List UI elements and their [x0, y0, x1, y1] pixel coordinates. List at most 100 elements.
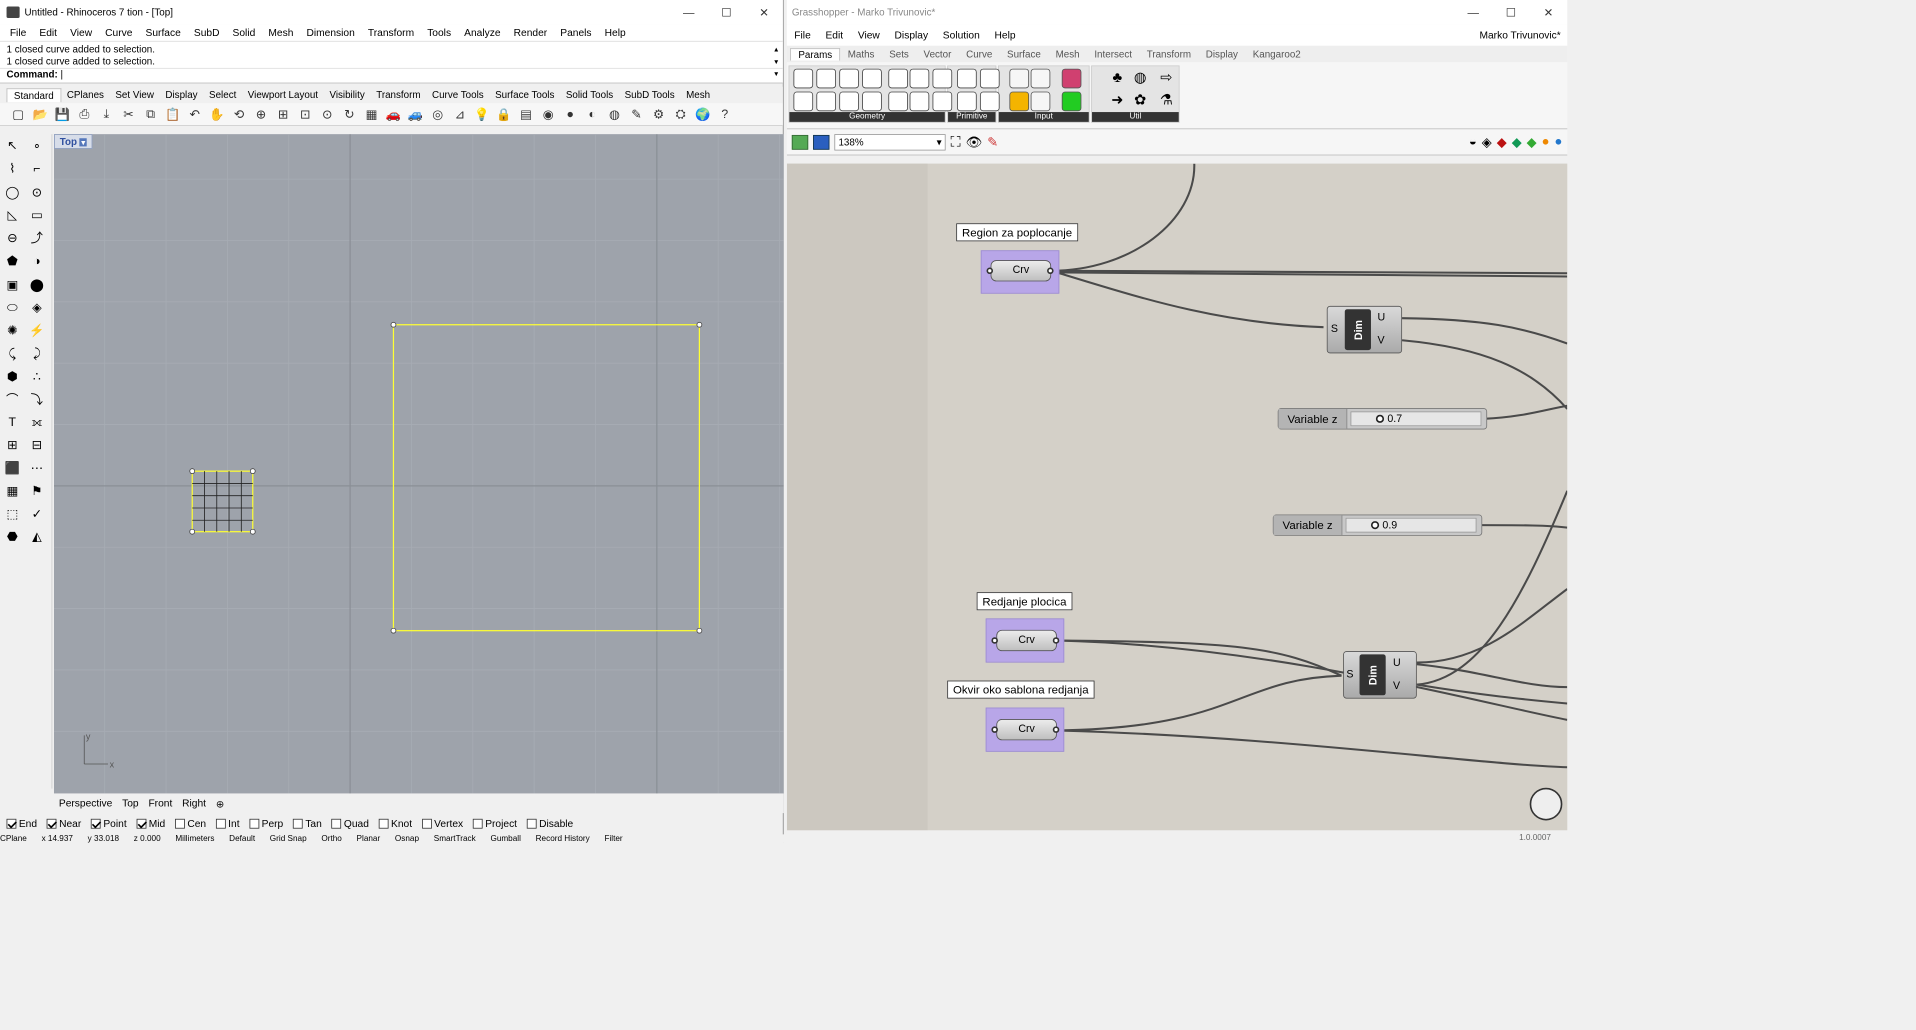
gh-menu-solution[interactable]: Solution	[935, 29, 987, 40]
rotate-view-icon[interactable]: ↻	[339, 104, 359, 124]
left-tool-30-icon[interactable]: ⋯	[26, 457, 47, 478]
left-tool-4-icon[interactable]: ⌐	[26, 158, 47, 179]
viewport-canvas[interactable]: y x	[53, 134, 784, 794]
gh-param-16-icon[interactable]	[957, 91, 977, 112]
layer-icon[interactable]: ▤	[516, 104, 536, 124]
osnap-checkbox[interactable]	[472, 818, 483, 829]
toolbar-tab-surface-tools[interactable]: Surface Tools	[489, 89, 560, 100]
sphere-icon[interactable]: ●	[560, 104, 580, 124]
open-icon[interactable]: 📂	[30, 104, 50, 124]
maximize-button[interactable]: ☐	[708, 5, 746, 19]
zoom-extents-icon[interactable]: ⊡	[295, 104, 315, 124]
minimize-button[interactable]: —	[670, 6, 708, 19]
gh-param-23-icon[interactable]	[1061, 68, 1082, 89]
zoom-icon[interactable]: ⊕	[251, 104, 271, 124]
osnap-int[interactable]: Int	[215, 818, 240, 829]
left-tool-18-icon[interactable]: ⚡	[26, 320, 47, 341]
region-crv-button[interactable]: Crv	[990, 260, 1052, 282]
variable-z-slider-1[interactable]: Variable z 0.7	[1277, 408, 1488, 430]
zoom-select[interactable]: 138% ▾	[834, 133, 946, 151]
osnap-mid[interactable]: Mid	[136, 818, 165, 829]
viewport-title[interactable]: Top ▾	[53, 134, 93, 149]
zoom-selected-icon[interactable]: ⊙	[317, 104, 337, 124]
left-tool-1-icon[interactable]: ↖	[2, 135, 23, 156]
status-0[interactable]: CPlane	[0, 834, 27, 842]
options-icon[interactable]: ⛭	[671, 104, 691, 124]
lock-icon[interactable]: 🔒	[494, 104, 514, 124]
history-scrollbar[interactable]: ▲ ▼ ▼	[773, 43, 781, 81]
command-prompt[interactable]: Command: |	[0, 67, 783, 81]
gh-param-9-icon[interactable]	[888, 68, 908, 89]
gh-tab-intersect[interactable]: Intersect	[1087, 48, 1139, 59]
viewport-menu-icon[interactable]: ▾	[79, 138, 87, 147]
toolbar-tab-mesh[interactable]: Mesh	[680, 89, 715, 100]
gh-param-5-icon[interactable]	[839, 68, 859, 89]
gh-param-17-icon[interactable]	[979, 68, 1000, 89]
redjanje-crv-button[interactable]: Crv	[996, 629, 1057, 652]
gh-close-button[interactable]: ✕	[1530, 5, 1568, 19]
gh-param-11-icon[interactable]	[909, 68, 930, 89]
gh-param-22-icon[interactable]	[1030, 91, 1051, 112]
menu-item-help[interactable]: Help	[598, 27, 632, 38]
left-tool-23-icon[interactable]: ⌒	[2, 389, 23, 410]
gh-tab-maths[interactable]: Maths	[840, 48, 881, 59]
status-8[interactable]: Planar	[357, 834, 381, 842]
gh-tab-params[interactable]: Params	[790, 47, 841, 61]
status-12[interactable]: Record History	[536, 834, 590, 842]
menu-item-render[interactable]: Render	[507, 27, 554, 38]
color-wheel-icon[interactable]: ◉	[538, 104, 558, 124]
print-icon[interactable]: ⎙	[74, 104, 94, 124]
slider1-grip-icon[interactable]	[1375, 414, 1385, 423]
new-icon[interactable]: ▢	[8, 104, 28, 124]
osnap-tan[interactable]: Tan	[293, 818, 322, 829]
close-button[interactable]: ✕	[745, 5, 783, 19]
gh-tab-transform[interactable]: Transform	[1139, 48, 1198, 59]
gh-param-3-icon[interactable]	[816, 68, 836, 89]
gh-param-28-icon[interactable]: ✿	[1130, 92, 1150, 112]
gh-param-25-icon[interactable]: ♣	[1108, 69, 1128, 89]
left-tool-17-icon[interactable]: ✺	[2, 320, 23, 341]
canvas-navigation-widget[interactable]	[1529, 787, 1563, 821]
gear-icon[interactable]: ⚙	[649, 104, 669, 124]
status-5[interactable]: Default	[229, 834, 255, 842]
dim2-v-port[interactable]: V	[1393, 679, 1400, 691]
toolbar-tab-set-view[interactable]: Set View	[110, 89, 160, 100]
gh-tab-mesh[interactable]: Mesh	[1048, 48, 1087, 59]
preview-off-icon[interactable]: ◒	[1469, 135, 1477, 150]
toolbar-tab-transform[interactable]: Transform	[370, 89, 426, 100]
menu-item-tools[interactable]: Tools	[421, 27, 458, 38]
gh-tab-kangaroo2[interactable]: Kangaroo2	[1245, 48, 1308, 59]
toolbar-tab-display[interactable]: Display	[160, 89, 204, 100]
osnap-disable[interactable]: Disable	[526, 818, 573, 829]
toolbar-tab-subd-tools[interactable]: SubD Tools	[619, 89, 680, 100]
cut-icon[interactable]: ✂	[119, 104, 139, 124]
toolbar-tab-standard[interactable]: Standard	[6, 87, 62, 102]
gh-canvas[interactable]: Region za poplocanje Crv Dim S U V Varia…	[786, 163, 1568, 831]
menu-item-transform[interactable]: Transform	[361, 27, 420, 38]
left-tool-33-icon[interactable]: ⬚	[2, 503, 23, 524]
globe-icon[interactable]: 🌍	[693, 104, 713, 124]
menu-item-subd[interactable]: SubD	[187, 27, 226, 38]
cplane-icon[interactable]: ⊿	[450, 104, 470, 124]
osnap-end[interactable]: End	[6, 818, 37, 829]
gh-tab-sets[interactable]: Sets	[882, 48, 916, 59]
menu-item-dimension[interactable]: Dimension	[300, 27, 361, 38]
output-port[interactable]	[1052, 726, 1060, 733]
status-7[interactable]: Ortho	[321, 834, 341, 842]
rotate-icon[interactable]: ⟲	[229, 104, 249, 124]
tile-grid-curve[interactable]	[189, 468, 256, 535]
undo-icon[interactable]: ↶	[185, 104, 205, 124]
gh-param-4-icon[interactable]	[816, 91, 836, 112]
toolbar-tab-cplanes[interactable]: CPlanes	[61, 89, 110, 100]
gh-tab-vector[interactable]: Vector	[916, 48, 959, 59]
viewport-tab-front[interactable]: Front	[144, 798, 178, 809]
left-tool-24-icon[interactable]: ⤵	[26, 389, 47, 410]
wireframe-icon[interactable]: ◈	[1482, 134, 1492, 150]
gh-param-1-icon[interactable]	[793, 68, 814, 89]
menu-item-edit[interactable]: Edit	[33, 27, 64, 38]
menu-item-file[interactable]: File	[3, 27, 33, 38]
osnap-near[interactable]: Near	[46, 818, 81, 829]
left-tool-36-icon[interactable]: ◭	[26, 526, 47, 547]
gh-param-20-icon[interactable]	[1009, 91, 1030, 112]
save-icon[interactable]: 💾	[52, 104, 72, 124]
